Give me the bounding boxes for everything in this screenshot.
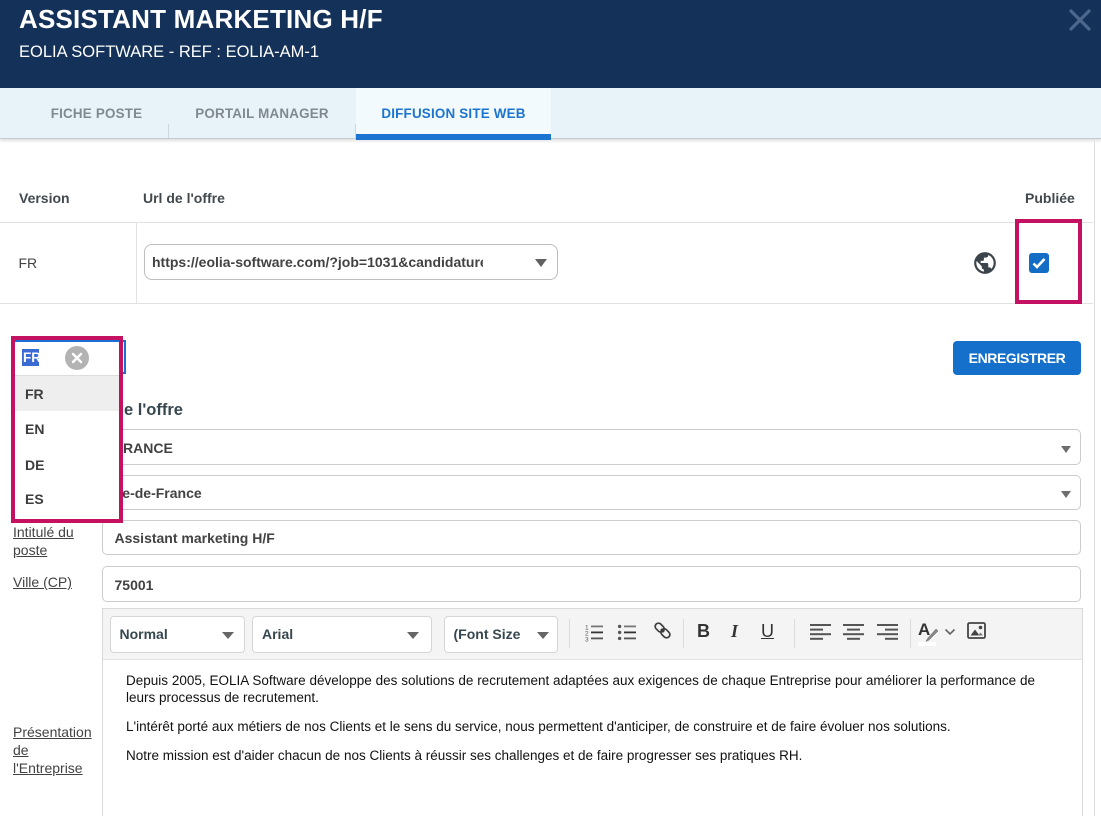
svg-text:3: 3 <box>585 637 589 643</box>
